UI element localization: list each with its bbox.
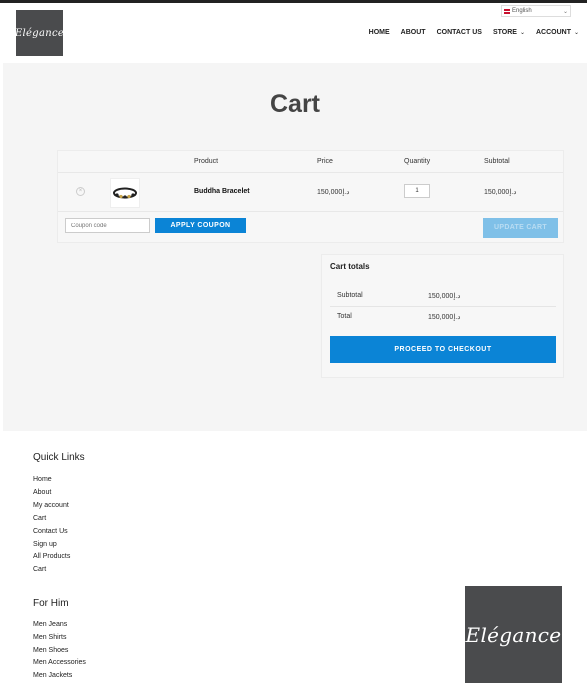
totals-table: Subtotal د.إ150,000 Total د.إ150,000: [330, 278, 556, 326]
apply-coupon-button[interactable]: APPLY COUPON: [155, 218, 246, 233]
coupon-input[interactable]: [65, 218, 150, 233]
nav-item-account[interactable]: ACCOUNT ⌄: [536, 29, 579, 36]
nav-item-contact-us[interactable]: CONTACT US: [437, 29, 482, 36]
bracelet-image: [113, 187, 137, 199]
product-subtotal: د.إ150,000: [484, 189, 517, 196]
total-label: Total: [337, 313, 352, 320]
main-nav: HOME ABOUT CONTACT US STORE ⌄ ACCOUNT ⌄: [369, 29, 579, 36]
footer-link-all-products[interactable]: All Products: [33, 553, 70, 560]
logo-text: Elégance: [14, 27, 65, 39]
nav-item-about[interactable]: ABOUT: [401, 29, 426, 36]
cart-table: Product Price Quantity Subtotal × Buddha…: [57, 150, 564, 243]
footer-link-home[interactable]: Home: [33, 476, 52, 483]
header-subtotal: Subtotal: [484, 158, 510, 165]
footer-link-contact-us[interactable]: Contact Us: [33, 528, 68, 535]
nav-label: CONTACT US: [436, 29, 482, 36]
cart-page: Cart Product Price Quantity Subtotal × B…: [3, 63, 587, 431]
chevron-down-icon: ⌄: [519, 30, 525, 36]
footer-logo[interactable]: Elégance: [465, 586, 562, 683]
proceed-to-checkout-button[interactable]: PROCEED TO CHECKOUT: [330, 336, 556, 363]
footer-link-men-shirts[interactable]: Men Shirts: [33, 634, 66, 641]
footer-link-my-account[interactable]: My account: [33, 502, 69, 509]
site-header: Elégance English ⌄ HOME ABOUT CONTACT US…: [0, 3, 587, 63]
subtotal-value: د.إ150,000: [428, 293, 461, 300]
header-price: Price: [317, 158, 333, 165]
cart-totals: Cart totals Subtotal د.إ150,000 Total د.…: [321, 254, 564, 378]
site-footer: Quick Links Home About My account Cart C…: [0, 431, 587, 697]
footer-link-about[interactable]: About: [33, 489, 51, 496]
footer-link-men-jeans[interactable]: Men Jeans: [33, 621, 67, 628]
nav-item-store[interactable]: STORE ⌄: [493, 29, 525, 36]
product-price: د.إ150,000: [317, 189, 350, 196]
quantity-input[interactable]: 1: [404, 184, 430, 198]
flag-icon: [504, 8, 510, 14]
footer-link-cart-2[interactable]: Cart: [33, 566, 46, 573]
nav-label: HOME: [368, 29, 390, 36]
footer-link-men-accessories[interactable]: Men Accessories: [33, 659, 86, 666]
nav-label: STORE: [492, 29, 517, 36]
product-thumbnail[interactable]: [110, 178, 140, 208]
for-him-heading: For Him: [33, 598, 69, 609]
cart-totals-title: Cart totals: [330, 262, 370, 271]
update-cart-button[interactable]: UPDATE CART: [483, 218, 558, 238]
language-selector[interactable]: English ⌄: [501, 5, 571, 17]
row-divider: [58, 211, 563, 212]
row-divider: [58, 172, 563, 173]
quick-links-heading: Quick Links: [33, 452, 85, 463]
chevron-down-icon: ⌄: [562, 8, 568, 15]
footer-link-sign-up[interactable]: Sign up: [33, 541, 57, 548]
total-value: د.إ150,000: [428, 314, 461, 321]
language-label: English: [512, 8, 532, 14]
remove-item-button[interactable]: ×: [76, 187, 85, 196]
logo-text: Elégance: [465, 622, 562, 647]
footer-link-men-shoes[interactable]: Men Shoes: [33, 647, 68, 654]
chevron-down-icon: ⌄: [573, 30, 579, 36]
nav-label: ACCOUNT: [535, 29, 571, 36]
header-logo[interactable]: Elégance: [14, 10, 65, 56]
header-product: Product: [194, 158, 219, 165]
nav-item-home[interactable]: HOME: [369, 29, 390, 36]
product-name[interactable]: Buddha Bracelet: [194, 188, 250, 195]
totals-divider: [330, 306, 556, 307]
header-quantity: Quantity: [404, 158, 431, 165]
nav-label: ABOUT: [400, 29, 426, 36]
footer-link-cart[interactable]: Cart: [33, 515, 46, 522]
footer-link-men-jackets[interactable]: Men Jackets: [33, 672, 72, 679]
page-title: Cart: [269, 90, 320, 118]
subtotal-label: Subtotal: [337, 292, 363, 299]
